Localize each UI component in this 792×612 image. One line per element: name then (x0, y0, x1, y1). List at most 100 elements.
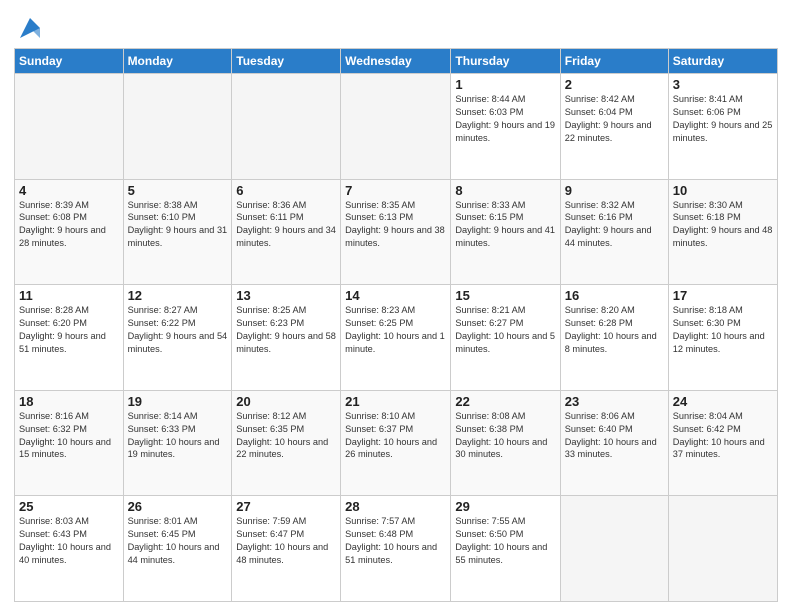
day-cell: 7Sunrise: 8:35 AM Sunset: 6:13 PM Daylig… (341, 179, 451, 285)
day-info: Sunrise: 8:18 AM Sunset: 6:30 PM Dayligh… (673, 304, 773, 356)
day-info: Sunrise: 8:44 AM Sunset: 6:03 PM Dayligh… (455, 93, 555, 145)
day-info: Sunrise: 7:59 AM Sunset: 6:47 PM Dayligh… (236, 515, 336, 567)
day-info: Sunrise: 8:27 AM Sunset: 6:22 PM Dayligh… (128, 304, 228, 356)
day-cell (123, 74, 232, 180)
day-cell: 26Sunrise: 8:01 AM Sunset: 6:45 PM Dayli… (123, 496, 232, 602)
day-number: 14 (345, 288, 446, 303)
week-row-1: 4Sunrise: 8:39 AM Sunset: 6:08 PM Daylig… (15, 179, 778, 285)
day-number: 12 (128, 288, 228, 303)
day-cell (232, 74, 341, 180)
day-number: 28 (345, 499, 446, 514)
day-number: 19 (128, 394, 228, 409)
day-info: Sunrise: 8:21 AM Sunset: 6:27 PM Dayligh… (455, 304, 555, 356)
week-row-3: 18Sunrise: 8:16 AM Sunset: 6:32 PM Dayli… (15, 390, 778, 496)
weekday-header-saturday: Saturday (668, 49, 777, 74)
day-number: 24 (673, 394, 773, 409)
day-number: 1 (455, 77, 555, 92)
day-cell: 13Sunrise: 8:25 AM Sunset: 6:23 PM Dayli… (232, 285, 341, 391)
day-info: Sunrise: 8:10 AM Sunset: 6:37 PM Dayligh… (345, 410, 446, 462)
day-info: Sunrise: 8:32 AM Sunset: 6:16 PM Dayligh… (565, 199, 664, 251)
day-info: Sunrise: 8:38 AM Sunset: 6:10 PM Dayligh… (128, 199, 228, 251)
day-info: Sunrise: 8:12 AM Sunset: 6:35 PM Dayligh… (236, 410, 336, 462)
day-info: Sunrise: 8:28 AM Sunset: 6:20 PM Dayligh… (19, 304, 119, 356)
logo-icon (16, 14, 44, 42)
day-number: 2 (565, 77, 664, 92)
day-number: 23 (565, 394, 664, 409)
day-number: 10 (673, 183, 773, 198)
day-info: Sunrise: 8:04 AM Sunset: 6:42 PM Dayligh… (673, 410, 773, 462)
week-row-4: 25Sunrise: 8:03 AM Sunset: 6:43 PM Dayli… (15, 496, 778, 602)
day-number: 20 (236, 394, 336, 409)
day-cell: 24Sunrise: 8:04 AM Sunset: 6:42 PM Dayli… (668, 390, 777, 496)
day-info: Sunrise: 8:06 AM Sunset: 6:40 PM Dayligh… (565, 410, 664, 462)
day-cell: 8Sunrise: 8:33 AM Sunset: 6:15 PM Daylig… (451, 179, 560, 285)
day-info: Sunrise: 8:25 AM Sunset: 6:23 PM Dayligh… (236, 304, 336, 356)
day-cell: 16Sunrise: 8:20 AM Sunset: 6:28 PM Dayli… (560, 285, 668, 391)
day-cell: 23Sunrise: 8:06 AM Sunset: 6:40 PM Dayli… (560, 390, 668, 496)
day-cell: 25Sunrise: 8:03 AM Sunset: 6:43 PM Dayli… (15, 496, 124, 602)
day-info: Sunrise: 8:42 AM Sunset: 6:04 PM Dayligh… (565, 93, 664, 145)
day-number: 27 (236, 499, 336, 514)
day-cell: 28Sunrise: 7:57 AM Sunset: 6:48 PM Dayli… (341, 496, 451, 602)
day-number: 9 (565, 183, 664, 198)
day-cell: 3Sunrise: 8:41 AM Sunset: 6:06 PM Daylig… (668, 74, 777, 180)
day-cell (560, 496, 668, 602)
day-cell: 19Sunrise: 8:14 AM Sunset: 6:33 PM Dayli… (123, 390, 232, 496)
day-cell: 1Sunrise: 8:44 AM Sunset: 6:03 PM Daylig… (451, 74, 560, 180)
calendar-header: SundayMondayTuesdayWednesdayThursdayFrid… (15, 49, 778, 74)
day-cell: 10Sunrise: 8:30 AM Sunset: 6:18 PM Dayli… (668, 179, 777, 285)
week-row-0: 1Sunrise: 8:44 AM Sunset: 6:03 PM Daylig… (15, 74, 778, 180)
day-number: 3 (673, 77, 773, 92)
weekday-header-tuesday: Tuesday (232, 49, 341, 74)
day-info: Sunrise: 7:55 AM Sunset: 6:50 PM Dayligh… (455, 515, 555, 567)
day-number: 16 (565, 288, 664, 303)
day-info: Sunrise: 8:41 AM Sunset: 6:06 PM Dayligh… (673, 93, 773, 145)
day-number: 18 (19, 394, 119, 409)
day-number: 29 (455, 499, 555, 514)
weekday-header-wednesday: Wednesday (341, 49, 451, 74)
day-cell: 29Sunrise: 7:55 AM Sunset: 6:50 PM Dayli… (451, 496, 560, 602)
day-number: 5 (128, 183, 228, 198)
day-cell: 2Sunrise: 8:42 AM Sunset: 6:04 PM Daylig… (560, 74, 668, 180)
day-cell: 9Sunrise: 8:32 AM Sunset: 6:16 PM Daylig… (560, 179, 668, 285)
day-info: Sunrise: 8:20 AM Sunset: 6:28 PM Dayligh… (565, 304, 664, 356)
day-info: Sunrise: 7:57 AM Sunset: 6:48 PM Dayligh… (345, 515, 446, 567)
weekday-header-monday: Monday (123, 49, 232, 74)
day-info: Sunrise: 8:30 AM Sunset: 6:18 PM Dayligh… (673, 199, 773, 251)
weekday-header-row: SundayMondayTuesdayWednesdayThursdayFrid… (15, 49, 778, 74)
day-number: 17 (673, 288, 773, 303)
day-info: Sunrise: 8:36 AM Sunset: 6:11 PM Dayligh… (236, 199, 336, 251)
day-number: 4 (19, 183, 119, 198)
logo (14, 14, 44, 42)
day-cell: 27Sunrise: 7:59 AM Sunset: 6:47 PM Dayli… (232, 496, 341, 602)
day-info: Sunrise: 8:35 AM Sunset: 6:13 PM Dayligh… (345, 199, 446, 251)
day-info: Sunrise: 8:01 AM Sunset: 6:45 PM Dayligh… (128, 515, 228, 567)
day-cell (341, 74, 451, 180)
day-cell: 17Sunrise: 8:18 AM Sunset: 6:30 PM Dayli… (668, 285, 777, 391)
week-row-2: 11Sunrise: 8:28 AM Sunset: 6:20 PM Dayli… (15, 285, 778, 391)
day-number: 7 (345, 183, 446, 198)
day-info: Sunrise: 8:08 AM Sunset: 6:38 PM Dayligh… (455, 410, 555, 462)
weekday-header-sunday: Sunday (15, 49, 124, 74)
day-info: Sunrise: 8:03 AM Sunset: 6:43 PM Dayligh… (19, 515, 119, 567)
day-cell: 12Sunrise: 8:27 AM Sunset: 6:22 PM Dayli… (123, 285, 232, 391)
day-info: Sunrise: 8:23 AM Sunset: 6:25 PM Dayligh… (345, 304, 446, 356)
day-info: Sunrise: 8:16 AM Sunset: 6:32 PM Dayligh… (19, 410, 119, 462)
calendar-table: SundayMondayTuesdayWednesdayThursdayFrid… (14, 48, 778, 602)
day-cell: 15Sunrise: 8:21 AM Sunset: 6:27 PM Dayli… (451, 285, 560, 391)
header (14, 10, 778, 42)
day-number: 13 (236, 288, 336, 303)
day-number: 26 (128, 499, 228, 514)
day-cell: 14Sunrise: 8:23 AM Sunset: 6:25 PM Dayli… (341, 285, 451, 391)
day-cell (15, 74, 124, 180)
day-number: 11 (19, 288, 119, 303)
day-cell: 5Sunrise: 8:38 AM Sunset: 6:10 PM Daylig… (123, 179, 232, 285)
day-number: 8 (455, 183, 555, 198)
day-number: 6 (236, 183, 336, 198)
weekday-header-friday: Friday (560, 49, 668, 74)
calendar-page: SundayMondayTuesdayWednesdayThursdayFrid… (0, 0, 792, 612)
day-info: Sunrise: 8:33 AM Sunset: 6:15 PM Dayligh… (455, 199, 555, 251)
day-number: 21 (345, 394, 446, 409)
day-cell: 21Sunrise: 8:10 AM Sunset: 6:37 PM Dayli… (341, 390, 451, 496)
day-cell: 11Sunrise: 8:28 AM Sunset: 6:20 PM Dayli… (15, 285, 124, 391)
